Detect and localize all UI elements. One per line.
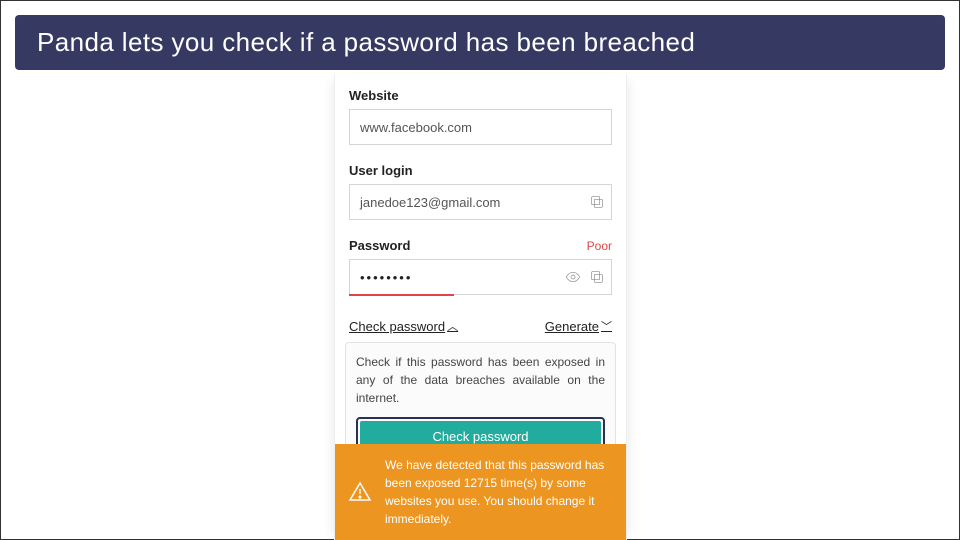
copy-password-icon[interactable] <box>588 268 606 286</box>
user-login-label: User login <box>349 163 612 178</box>
chevron-down-icon: ﹀ <box>601 318 612 334</box>
password-label: Password <box>349 238 410 253</box>
generate-toggle[interactable]: Generate﹀ <box>545 318 612 334</box>
website-label: Website <box>349 88 612 103</box>
website-input[interactable]: www.facebook.com <box>349 109 612 145</box>
check-password-toggle[interactable]: Check password︿ <box>349 318 458 334</box>
breach-warning-text: We have detected that this password has … <box>385 456 616 528</box>
password-strength: Poor <box>587 239 612 253</box>
chevron-up-icon: ︿ <box>447 318 458 334</box>
reveal-password-icon[interactable] <box>564 268 582 286</box>
password-strength-bar <box>349 294 454 296</box>
check-password-description: Check if this password has been exposed … <box>356 353 605 407</box>
user-login-input[interactable]: janedoe123@gmail.com <box>349 184 612 220</box>
breach-warning-banner: We have detected that this password has … <box>335 444 626 540</box>
warning-icon <box>347 456 373 528</box>
headline-banner: Panda lets you check if a password has b… <box>15 15 945 70</box>
copy-login-icon[interactable] <box>588 193 606 211</box>
password-entry-panel: Website www.facebook.com User login jane… <box>334 74 627 540</box>
headline-text: Panda lets you check if a password has b… <box>37 27 695 57</box>
